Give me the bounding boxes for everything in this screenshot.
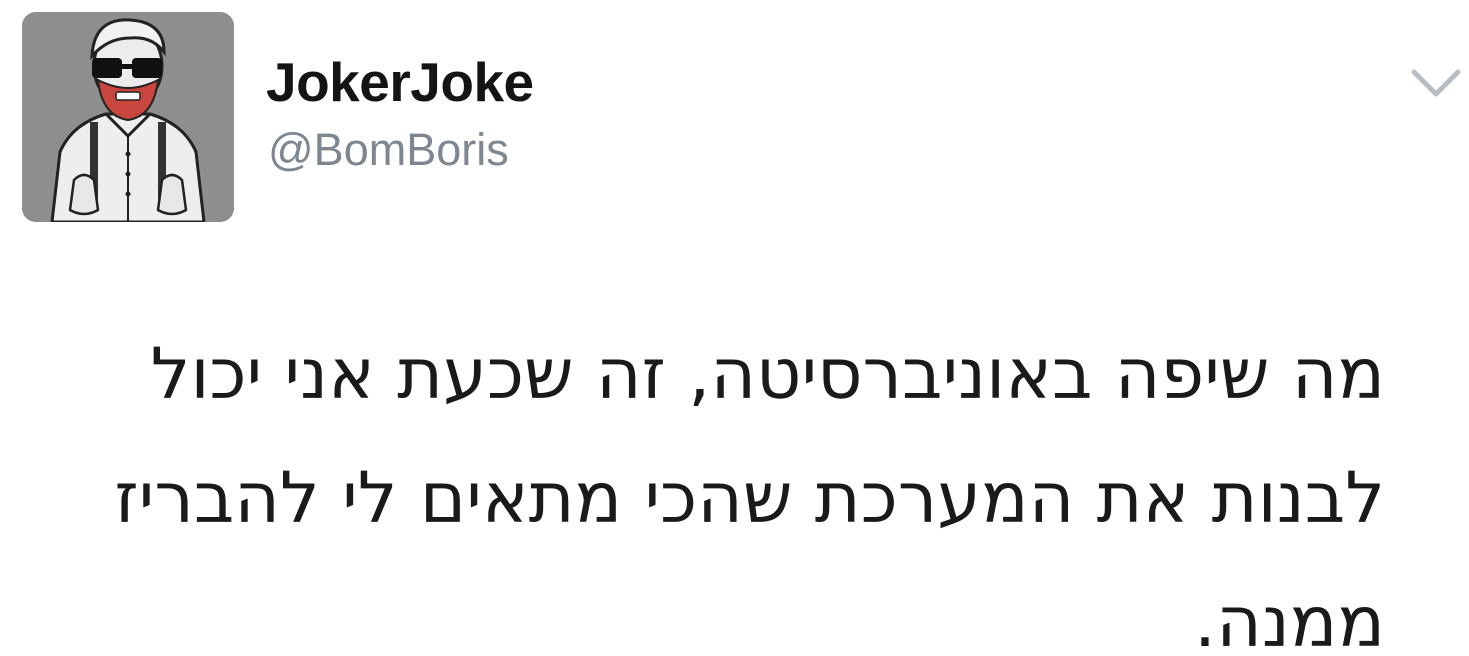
avatar-illustration <box>22 12 234 222</box>
tweet-card: JokerJoke @BomBoris מה שיפה באוניברסיטה,… <box>0 0 1469 656</box>
chevron-down-icon[interactable] <box>1408 64 1464 104</box>
display-name[interactable]: JokerJoke <box>266 50 534 114</box>
tweet-text: מה שיפה באוניברסיטה, זה שכעת אני יכול לב… <box>114 333 1385 656</box>
avatar[interactable] <box>22 12 234 222</box>
user-handle[interactable]: @BomBoris <box>268 124 509 176</box>
